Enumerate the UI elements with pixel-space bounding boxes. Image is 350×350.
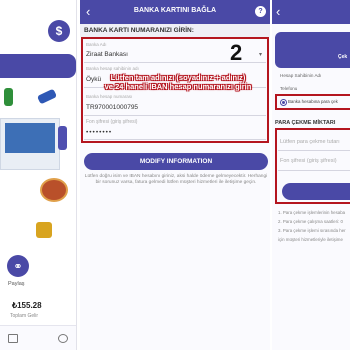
page-title: BANKA KARTINI BAĞLA (133, 7, 217, 14)
profile-icon[interactable] (58, 334, 68, 343)
info-note: Lütfen doğru isim ve IBAN hesabını girin… (84, 174, 268, 185)
section-title: PARA ÇEKME MİKTARI (275, 120, 336, 126)
note-1: 1. Para çekme işlemlerinin hesaba (278, 210, 346, 215)
bottom-nav (0, 325, 76, 350)
modify-information-button[interactable]: MODIFY INFORMATION (84, 153, 268, 170)
banner-bar[interactable] (0, 54, 76, 78)
bank-card-panel: ‹ BANKA KARTINI BAĞLA ? BANKA KARTI NUMA… (80, 0, 270, 350)
note-2: 2. Para çekme çalışma saatleri: 0 (278, 219, 343, 224)
divider (278, 150, 350, 151)
product-drink-image[interactable] (4, 88, 13, 106)
product-pens-image[interactable] (36, 88, 58, 105)
home-panel: $ ⚭ Paylaş ₺155.28 Toplam Gelir (0, 0, 77, 350)
phone-label: Telefonu (280, 86, 298, 91)
withdraw-button[interactable] (282, 183, 350, 200)
share-icon[interactable]: ⚭ (7, 255, 29, 277)
header: ‹ (272, 0, 350, 24)
fund-password-input[interactable]: Fon şifresi (giriş şifresi) (280, 158, 337, 164)
help-icon[interactable]: ? (255, 6, 266, 17)
annotation-line-1: Lütfen tam adınızı (soyadınız + adınız) (110, 73, 246, 82)
annotation-text: Lütfen tam adınızı (soyadınız + adınız) … (90, 73, 266, 91)
note-3: 3. Para çekme işlemi sırasında her (278, 228, 346, 233)
chat-icon[interactable] (8, 334, 18, 343)
annotation-step-number: 2 (230, 40, 243, 65)
note-4: için müşteri hizmetleriyle iletişime (278, 237, 343, 242)
product-bottle-image[interactable] (58, 126, 67, 150)
withdraw-card (275, 32, 350, 68)
share-label: Paylaş (8, 281, 25, 287)
product-pizza-image[interactable] (40, 178, 68, 202)
divider (278, 170, 350, 171)
laptop-screen (5, 123, 55, 153)
empty-area (80, 202, 270, 350)
bank-account-radio-label: Banka hesabına para çek (288, 99, 338, 104)
annotation-line-2: ve 24 haneli IBAN hesap numaranızı girin (104, 82, 252, 91)
total-earnings-value: ₺155.28 (12, 301, 42, 310)
total-earnings-label: Toplam Gelir (10, 313, 39, 319)
withdraw-panel: ‹ Çek Hesap Sahibinin Adı Telefonu Banka… (272, 0, 350, 350)
product-drill-image[interactable] (36, 222, 52, 238)
header: ‹ BANKA KARTINI BAĞLA ? (80, 0, 270, 24)
withdraw-card-label: Çek (338, 54, 348, 60)
product-laptop-image[interactable] (0, 118, 60, 170)
coin-icon[interactable]: $ (48, 20, 70, 42)
back-arrow-icon[interactable]: ‹ (276, 4, 280, 19)
amount-input[interactable]: Lütfen para çekme tutarı (280, 139, 340, 145)
holder-name-label: Hesap Sahibinin Adı (280, 73, 322, 78)
bank-account-radio[interactable] (280, 99, 287, 106)
